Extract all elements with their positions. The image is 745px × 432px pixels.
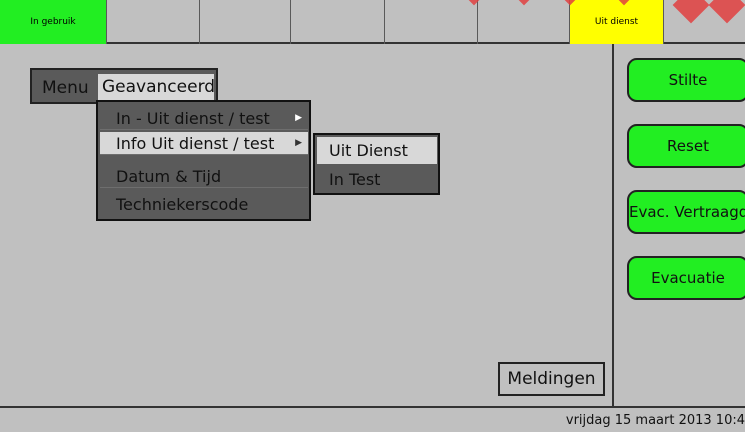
status-cell-3 — [200, 0, 291, 44]
menu-item-info-uit-dienst-test[interactable]: Info Uit dienst / test ▶ — [100, 132, 308, 155]
evacuatie-button[interactable]: Evacuatie — [627, 256, 745, 300]
reset-button[interactable]: Reset — [627, 124, 745, 168]
status-cell-out-of-service: Uit dienst — [570, 0, 664, 44]
submenu-item-in-test[interactable]: In Test — [317, 166, 437, 193]
status-cell-2 — [107, 0, 200, 44]
dropdown-menu: In - Uit dienst / test ▶ Info Uit dienst… — [96, 100, 311, 221]
stilte-button[interactable]: Stilte — [627, 58, 745, 102]
status-cell-6 — [478, 0, 570, 44]
warning-stripe — [708, 0, 745, 24]
bottom-status-bar: vrijdag 15 maart 2013 10:4 — [0, 406, 745, 432]
menu-item-in-uit-dienst-test[interactable]: In - Uit dienst / test ▶ — [100, 107, 308, 130]
menu-item-datum-tijd[interactable]: Datum & Tijd — [100, 165, 308, 188]
menu-label[interactable]: Menu — [42, 78, 89, 98]
status-out-of-service-label: Uit dienst — [594, 17, 639, 27]
warning-stripe — [672, 0, 710, 24]
evac-vertraagd-button[interactable]: Evac. Vertraagd — [627, 190, 745, 234]
menu-item-techniekerscode[interactable]: Techniekerscode — [100, 193, 308, 216]
menu-item-label: Techniekerscode — [116, 195, 249, 214]
menu-item-label: Info Uit dienst / test — [116, 134, 275, 153]
submenu: Uit Dienst In Test — [313, 133, 440, 195]
menu-item-label: Datum & Tijd — [116, 167, 222, 186]
status-cell-5 — [385, 0, 478, 44]
submenu-arrow-icon: ▶ — [295, 113, 302, 123]
status-cell-4 — [291, 0, 385, 44]
datetime-display: vrijdag 15 maart 2013 10:4 — [565, 413, 745, 428]
top-status-bar: In gebruik Uit dienst — [0, 0, 745, 44]
meldingen-button[interactable]: Meldingen — [498, 362, 605, 396]
menu-selected-geavanceerd[interactable]: Geavanceerd — [98, 74, 215, 100]
submenu-arrow-icon: ▶ — [295, 138, 302, 148]
status-cell-8 — [664, 0, 745, 44]
submenu-item-uit-dienst[interactable]: Uit Dienst — [317, 137, 437, 164]
status-cell-in-use: In gebruik — [0, 0, 107, 44]
menu-item-label: In - Uit dienst / test — [116, 109, 270, 128]
menu-bar[interactable]: Menu Geavanceerd — [30, 68, 218, 104]
status-in-use-label: In gebruik — [30, 17, 76, 27]
